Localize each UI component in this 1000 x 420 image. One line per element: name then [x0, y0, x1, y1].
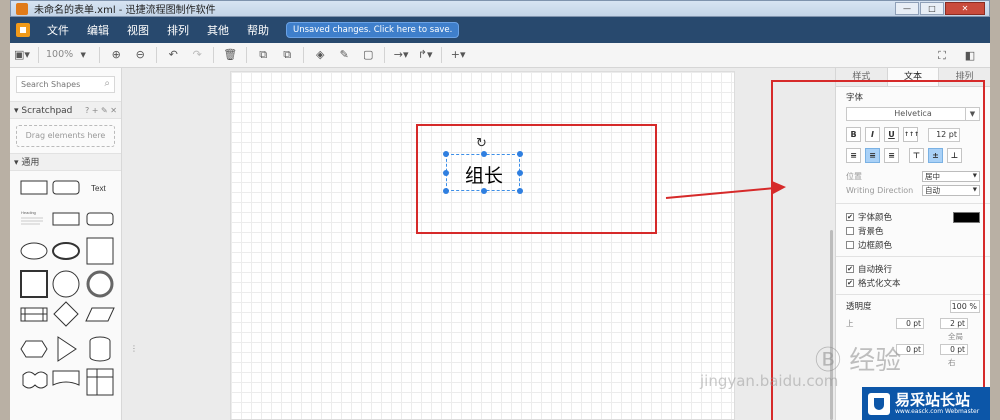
shield-icon — [868, 392, 890, 415]
easck-watermark-logo: 易采站长站 www.easck.com Webmaster — [862, 387, 990, 420]
watermark-site-name: 易采站长站 — [895, 390, 971, 409]
jingyan-url-watermark: jingyan.baidu.com — [700, 372, 839, 390]
jingyan-text: 经验 — [849, 346, 902, 376]
watermark-site-url: www.easck.com Webmaster — [895, 407, 980, 415]
